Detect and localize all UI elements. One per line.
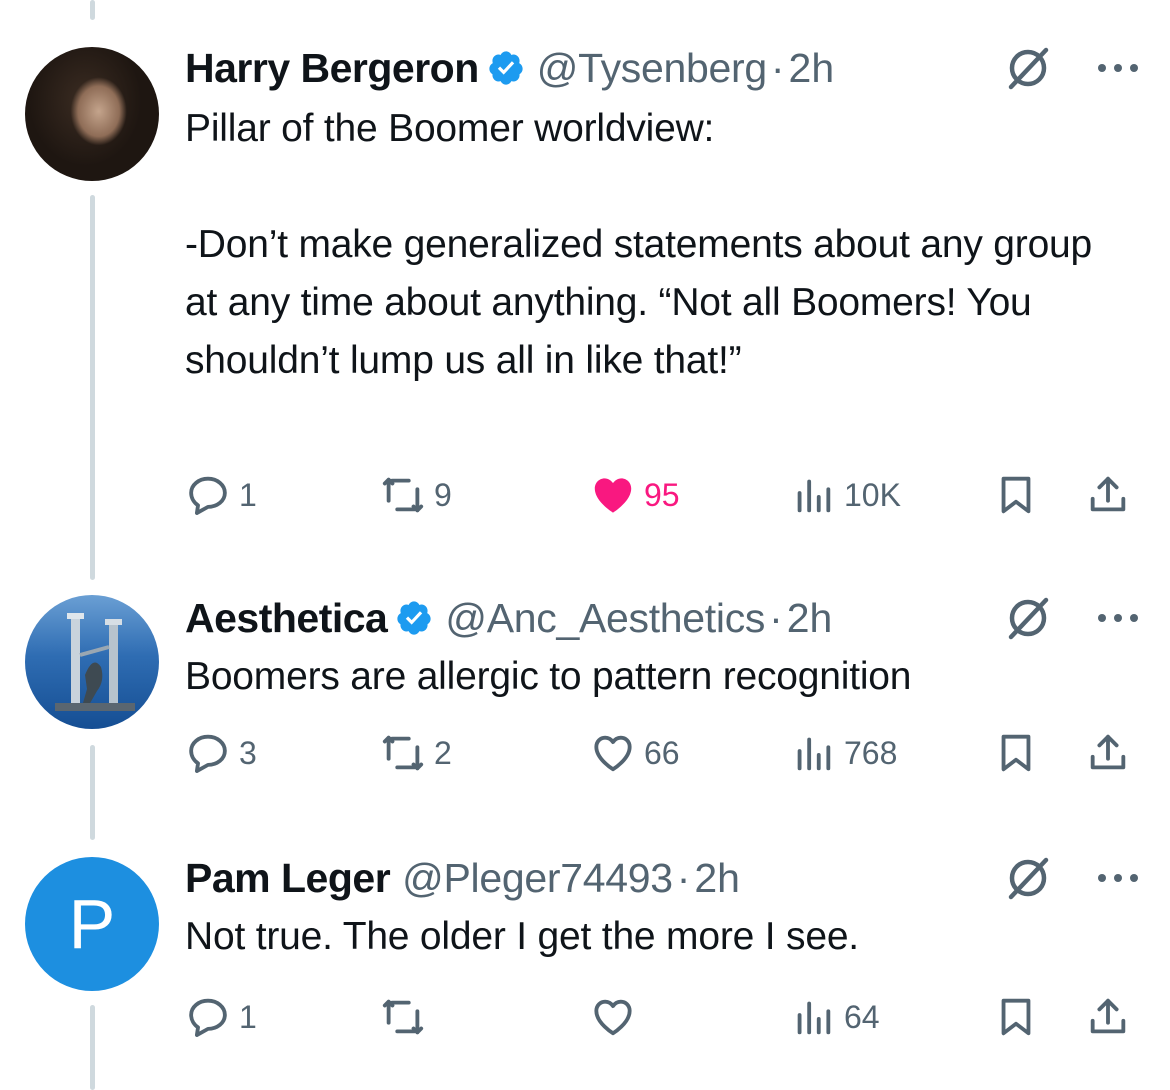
thread-line-top xyxy=(90,0,95,20)
speech-bubble-icon xyxy=(189,476,227,515)
bookmark-button[interactable] xyxy=(993,992,1039,1042)
reply-count: 1 xyxy=(239,998,257,1035)
share-upload-icon xyxy=(1090,734,1126,770)
repost-button[interactable] xyxy=(380,992,434,1042)
bookmark-icon xyxy=(1001,476,1031,514)
speech-bubble-icon xyxy=(189,734,227,773)
display-name[interactable]: Harry Bergeron xyxy=(185,45,479,92)
separator-dot: · xyxy=(769,594,783,641)
view-count: 64 xyxy=(844,998,880,1035)
repost-arrows-icon xyxy=(382,735,424,771)
reply-button[interactable]: 1 xyxy=(185,470,257,520)
like-button[interactable]: 66 xyxy=(590,728,680,778)
like-count: 95 xyxy=(644,476,680,513)
repost-count: 2 xyxy=(434,734,452,771)
tweet-header: Pam Leger @Pleger74493 · 2h xyxy=(185,850,1140,906)
views-button[interactable]: 64 xyxy=(790,992,880,1042)
speech-bubble-icon xyxy=(189,998,227,1037)
statue-columns-image xyxy=(55,613,135,711)
ellipsis-icon[interactable] xyxy=(1096,610,1140,626)
repost-arrows-icon xyxy=(382,477,424,513)
thread-line-3 xyxy=(90,1005,95,1090)
tweet-actions: 1 9 95 10K xyxy=(185,470,1140,520)
views-button[interactable]: 768 xyxy=(790,728,897,778)
bar-chart-icon xyxy=(797,737,831,771)
handle[interactable]: @Anc_Aesthetics xyxy=(445,595,765,642)
view-count: 10K xyxy=(844,476,901,513)
separator-dot: · xyxy=(676,854,691,901)
tweet-header: Aesthetica @Anc_Aesthetics · 2h xyxy=(185,590,1140,646)
tweet-header: Harry Bergeron @Tysenberg · 2h xyxy=(185,40,1140,96)
handle[interactable]: @Tysenberg xyxy=(537,45,767,92)
share-button[interactable] xyxy=(1085,992,1131,1042)
verified-badge-icon xyxy=(489,51,523,85)
separator-dot: · xyxy=(770,44,785,91)
heart-icon xyxy=(594,478,632,513)
heart-icon xyxy=(594,999,632,1036)
bar-chart-icon xyxy=(797,1001,831,1035)
timestamp[interactable]: 2h xyxy=(787,595,833,642)
share-upload-icon xyxy=(1090,998,1126,1034)
display-name[interactable]: Pam Leger xyxy=(185,855,391,902)
bookmark-button[interactable] xyxy=(993,728,1039,778)
thread-line-2 xyxy=(90,745,95,840)
like-count: 66 xyxy=(644,734,680,771)
tweet-text: Not true. The older I get the more I see… xyxy=(185,915,859,958)
grok-slash-icon[interactable] xyxy=(1002,593,1052,643)
avatar[interactable]: P xyxy=(25,857,159,991)
reply-button[interactable]: 1 xyxy=(185,992,257,1042)
bookmark-button[interactable] xyxy=(993,470,1039,520)
grok-slash-icon[interactable] xyxy=(1002,853,1052,903)
tweet-text: Boomers are allergic to pattern recognit… xyxy=(185,655,912,698)
display-name[interactable]: Aesthetica xyxy=(185,595,388,642)
header-icons xyxy=(1002,590,1140,646)
reply-count: 3 xyxy=(239,734,257,771)
repost-button[interactable]: 9 xyxy=(380,470,452,520)
bookmark-icon xyxy=(1001,998,1031,1036)
avatar[interactable] xyxy=(25,595,159,729)
thread-line-1 xyxy=(90,195,95,580)
ellipsis-icon[interactable] xyxy=(1096,60,1140,76)
header-icons xyxy=(1002,40,1140,96)
ellipsis-icon[interactable] xyxy=(1096,870,1140,886)
repost-count: 9 xyxy=(434,476,452,513)
heart-icon xyxy=(594,735,632,772)
like-button[interactable] xyxy=(590,992,644,1042)
bookmark-icon xyxy=(1001,734,1031,772)
tweet-actions: 1 64 xyxy=(185,992,1140,1042)
handle[interactable]: @Pleger74493 xyxy=(402,855,673,902)
bar-chart-icon xyxy=(797,479,831,513)
reply-button[interactable]: 3 xyxy=(185,728,257,778)
share-button[interactable] xyxy=(1085,728,1131,778)
tweet-actions: 3 2 66 768 xyxy=(185,728,1140,778)
verified-badge-icon xyxy=(397,601,431,635)
reply-thread: Harry Bergeron @Tysenberg · 2h Pillar of xyxy=(0,0,1170,1090)
view-count: 768 xyxy=(844,734,898,771)
avatar[interactable] xyxy=(25,47,159,181)
timestamp[interactable]: 2h xyxy=(694,855,740,902)
share-upload-icon xyxy=(1090,476,1126,512)
timestamp[interactable]: 2h xyxy=(789,45,835,92)
like-button[interactable]: 95 xyxy=(590,470,680,520)
header-icons xyxy=(1002,850,1140,906)
repost-arrows-icon xyxy=(382,999,424,1035)
views-button[interactable]: 10K xyxy=(790,470,901,520)
grok-slash-icon[interactable] xyxy=(1002,43,1052,93)
tweet-text: Pillar of the Boomer worldview: -Don’t m… xyxy=(185,107,1093,382)
repost-button[interactable]: 2 xyxy=(380,728,452,778)
reply-count: 1 xyxy=(239,476,257,513)
share-button[interactable] xyxy=(1085,470,1131,520)
